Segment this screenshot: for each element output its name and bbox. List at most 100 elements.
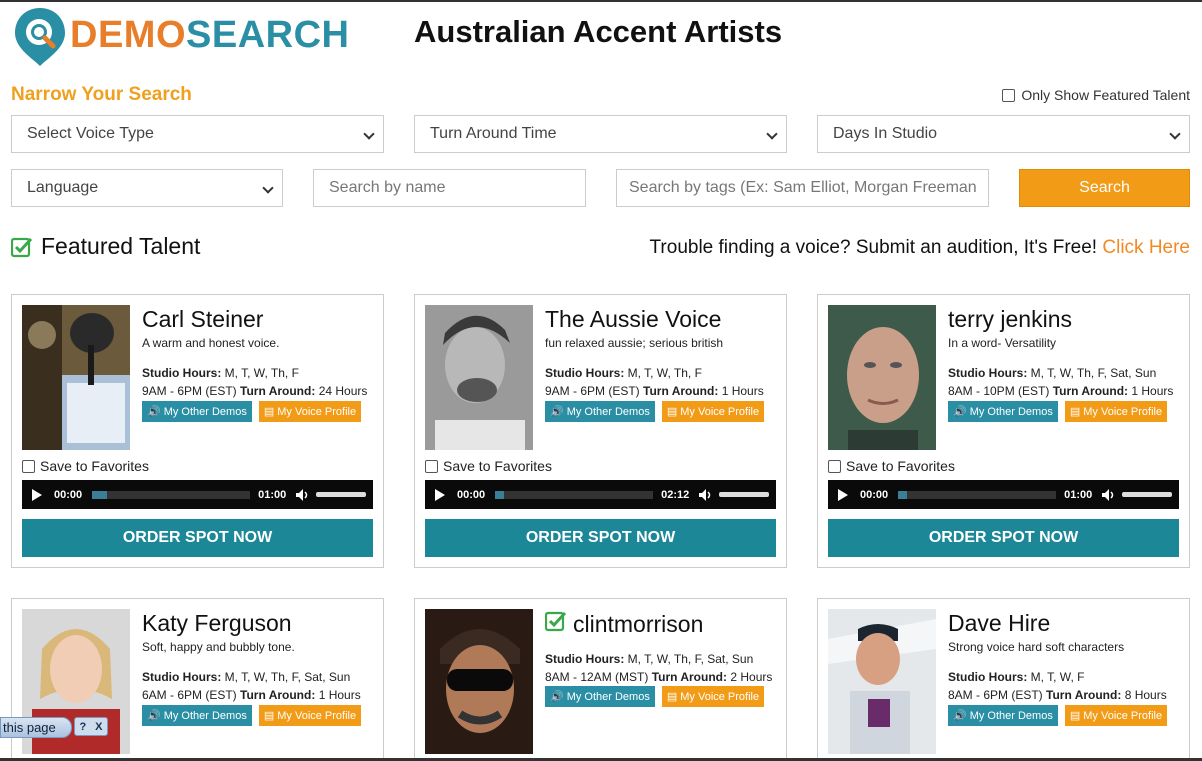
- voice-profile-label: My Voice Profile: [680, 405, 760, 418]
- volume-slider[interactable]: [719, 492, 770, 497]
- studio-hours-label: Studio Hours:: [948, 670, 1028, 684]
- other-demos-label: My Other Demos: [163, 405, 247, 418]
- volume-slider[interactable]: [1122, 492, 1173, 497]
- save-favorites-checkbox[interactable]: [22, 459, 35, 473]
- days-in-studio-select[interactable]: Days In Studio: [817, 115, 1190, 153]
- order-spot-button[interactable]: ORDER SPOT NOW: [22, 519, 373, 557]
- voice-type-value: Select Voice Type: [27, 125, 154, 142]
- turn-around-value: 1 Hours: [721, 384, 764, 398]
- only-featured-label: Only Show Featured Talent: [1021, 87, 1190, 103]
- talent-photo[interactable]: [425, 305, 533, 450]
- voice-type-select[interactable]: Select Voice Type: [11, 115, 384, 153]
- talent-name[interactable]: clintmorrison: [573, 611, 703, 638]
- speaker-icon: 🔊: [550, 406, 564, 418]
- seek-bar[interactable]: [495, 490, 654, 499]
- page-title: Australian Accent Artists: [414, 14, 783, 49]
- voice-profile-button[interactable]: ▤ My Voice Profile: [661, 401, 765, 422]
- this-page-tab[interactable]: this page: [0, 717, 72, 738]
- talent-tagline: fun relaxed aussie; serious british: [545, 336, 724, 350]
- order-spot-button[interactable]: ORDER SPOT NOW: [828, 519, 1179, 557]
- talent-name[interactable]: Dave Hire: [948, 610, 1050, 637]
- talent-tagline: Strong voice hard soft characters: [948, 640, 1125, 654]
- current-time: 00:00: [54, 488, 83, 501]
- logo-search: SEARCH: [186, 13, 350, 56]
- studio-hours-label: Studio Hours:: [142, 670, 222, 684]
- studio-days: M, T, W, Th, F: [224, 366, 299, 380]
- play-icon[interactable]: [435, 488, 445, 501]
- other-demos-button[interactable]: 🔊 My Other Demos: [142, 401, 252, 422]
- voice-profile-label: My Voice Profile: [1083, 405, 1163, 418]
- id-card-icon: ▤: [666, 691, 678, 703]
- volume-slider[interactable]: [316, 492, 367, 497]
- turn-around-label: Turn Around:: [240, 688, 316, 702]
- voice-profile-button[interactable]: ▤ My Voice Profile: [258, 705, 362, 726]
- talent-availability: Studio Hours: M, T, W, Th, F 9AM - 6PM (…: [142, 364, 367, 400]
- talent-photo[interactable]: [425, 609, 533, 754]
- only-featured-checkbox[interactable]: [1002, 88, 1016, 102]
- save-favorites[interactable]: Save to Favorites: [828, 458, 955, 474]
- voice-profile-label: My Voice Profile: [680, 690, 760, 703]
- featured-check-icon: [544, 610, 567, 638]
- talent-name[interactable]: terry jenkins: [948, 306, 1072, 333]
- other-demos-button[interactable]: 🔊 My Other Demos: [142, 705, 252, 726]
- voice-profile-button[interactable]: ▤ My Voice Profile: [661, 686, 765, 707]
- studio-hours-label: Studio Hours:: [948, 366, 1028, 380]
- talent-availability: Studio Hours: M, T, W, Th, F, Sat, Sun 8…: [948, 364, 1173, 400]
- talent-photo[interactable]: [828, 609, 936, 754]
- save-favorites-label: Save to Favorites: [443, 458, 552, 474]
- voice-profile-button[interactable]: ▤ My Voice Profile: [1064, 705, 1168, 726]
- help-icon[interactable]: ?: [79, 721, 86, 733]
- save-favorites[interactable]: Save to Favorites: [22, 458, 149, 474]
- id-card-icon: ▤: [666, 406, 678, 418]
- talent-name[interactable]: Katy Ferguson: [142, 610, 292, 637]
- other-demos-button[interactable]: 🔊 My Other Demos: [545, 401, 655, 422]
- volume-icon[interactable]: [1102, 488, 1116, 501]
- volume-icon[interactable]: [296, 488, 310, 501]
- id-card-icon: ▤: [263, 406, 275, 418]
- search-button[interactable]: Search: [1019, 169, 1190, 207]
- save-favorites[interactable]: Save to Favorites: [425, 458, 552, 474]
- other-demos-label: My Other Demos: [566, 405, 650, 418]
- talent-name[interactable]: The Aussie Voice: [545, 306, 721, 333]
- seek-bar[interactable]: [898, 490, 1057, 499]
- click-here-link[interactable]: Click Here: [1102, 237, 1190, 258]
- other-demos-label: My Other Demos: [969, 405, 1053, 418]
- narrow-search-heading: Narrow Your Search: [11, 84, 192, 105]
- seek-bar[interactable]: [92, 490, 251, 499]
- volume-icon[interactable]: [699, 488, 713, 501]
- other-demos-button[interactable]: 🔊 My Other Demos: [948, 705, 1058, 726]
- studio-hours-label: Studio Hours:: [142, 366, 222, 380]
- logo-text: DEMOSEARCH: [70, 14, 349, 57]
- other-demos-button[interactable]: 🔊 My Other Demos: [948, 401, 1058, 422]
- studio-days: M, T, W, Th, F: [627, 366, 702, 380]
- studio-time: 6AM - 6PM (EST): [142, 688, 237, 702]
- order-spot-button[interactable]: ORDER SPOT NOW: [425, 519, 776, 557]
- talent-photo[interactable]: [828, 305, 936, 450]
- other-demos-label: My Other Demos: [566, 690, 650, 703]
- play-icon[interactable]: [838, 488, 848, 501]
- tags-search-placeholder: Search by tags (Ex: Sam Elliot, Morgan F…: [629, 179, 977, 196]
- play-icon[interactable]: [32, 488, 42, 501]
- close-icon[interactable]: X: [95, 721, 102, 733]
- voice-profile-button[interactable]: ▤ My Voice Profile: [258, 401, 362, 422]
- talent-availability: Studio Hours: M, T, W, F 8AM - 6PM (EST)…: [948, 668, 1167, 704]
- talent-photo[interactable]: [22, 305, 130, 450]
- other-demos-button[interactable]: 🔊 My Other Demos: [545, 686, 655, 707]
- studio-days: M, T, W, Th, F, Sat, Sun: [1030, 366, 1157, 380]
- only-featured-toggle[interactable]: Only Show Featured Talent: [1002, 87, 1190, 103]
- id-card-icon: ▤: [1069, 710, 1081, 722]
- speaker-icon: 🔊: [147, 710, 161, 722]
- save-favorites-checkbox[interactable]: [425, 459, 438, 473]
- save-favorites-checkbox[interactable]: [828, 459, 841, 473]
- logo[interactable]: DEMOSEARCH: [12, 6, 349, 68]
- talent-name[interactable]: Carl Steiner: [142, 306, 263, 333]
- name-search-input[interactable]: Search by name: [313, 169, 586, 207]
- turn-around-select[interactable]: Turn Around Time: [414, 115, 787, 153]
- talent-tagline: In a word- Versatility: [948, 336, 1057, 350]
- tags-search-input[interactable]: Search by tags (Ex: Sam Elliot, Morgan F…: [616, 169, 989, 207]
- voice-profile-button[interactable]: ▤ My Voice Profile: [1064, 401, 1168, 422]
- language-select[interactable]: Language: [11, 169, 283, 207]
- studio-days: M, T, W, Th, F, Sat, Sun: [627, 652, 754, 666]
- speaker-icon: 🔊: [147, 406, 161, 418]
- turn-around-label: Turn Around:: [643, 384, 719, 398]
